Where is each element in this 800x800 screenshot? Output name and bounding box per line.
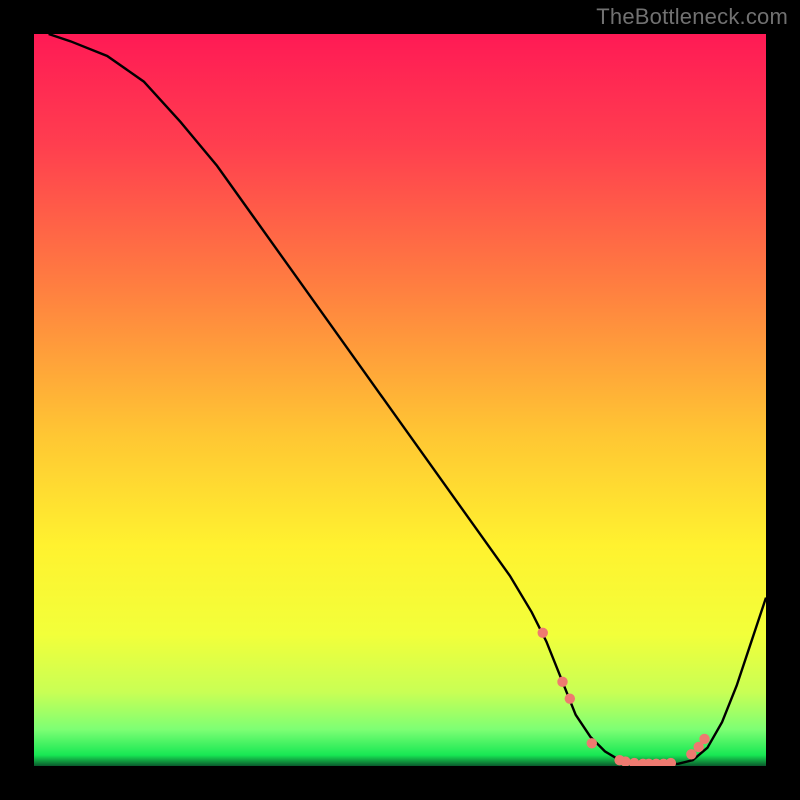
plot-area [34,34,766,766]
data-marker [699,734,709,744]
data-marker [538,628,548,638]
data-marker [666,758,676,766]
curve-overlay [34,34,766,766]
data-marker [629,758,639,766]
bottleneck-curve [49,34,766,765]
data-marker [565,693,575,703]
marker-group [538,628,710,766]
attribution-text: TheBottleneck.com [596,4,788,30]
data-marker [557,677,567,687]
chart-container: TheBottleneck.com [0,0,800,800]
data-marker [686,749,696,759]
data-marker [587,738,597,748]
